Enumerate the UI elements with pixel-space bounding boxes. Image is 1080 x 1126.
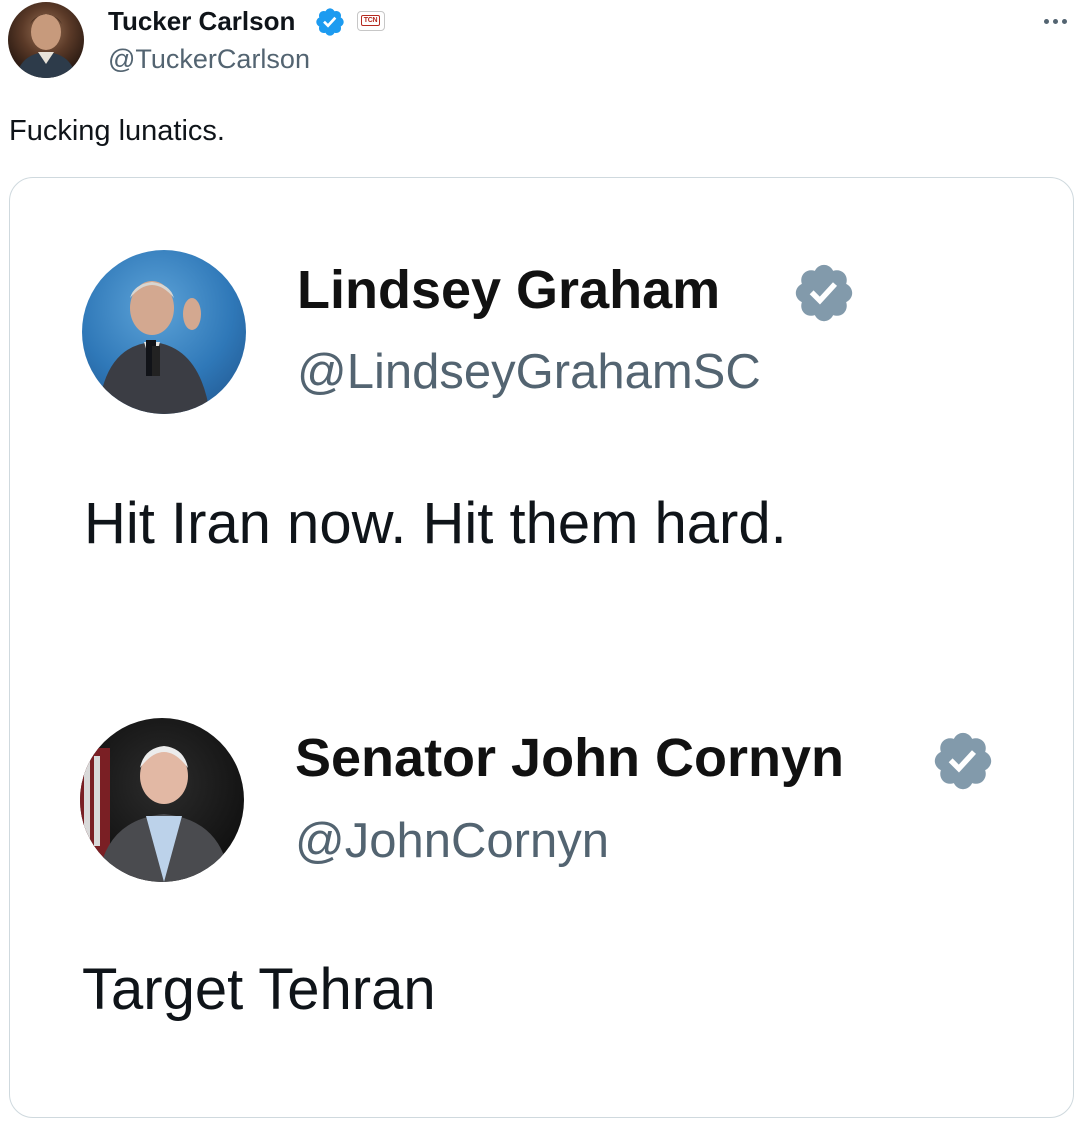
graham-verified-badge-icon xyxy=(795,264,853,322)
cornyn-verified-badge-icon xyxy=(934,732,992,790)
cornyn-avatar xyxy=(80,718,244,882)
author-avatar[interactable] xyxy=(8,2,84,78)
post-media-image[interactable]: Lindsey Graham @LindseyGrahamSC Hit Iran… xyxy=(9,177,1074,1118)
tcn-logo-icon: TCN xyxy=(361,15,380,26)
post-header: Tucker Carlson TCN @TuckerCarlson xyxy=(0,0,1080,90)
more-horizontal-icon-dot xyxy=(1062,19,1067,24)
graham-avatar-image xyxy=(98,281,210,414)
graham-text: Hit Iran now. Hit them hard. xyxy=(84,491,787,556)
graham-name: Lindsey Graham xyxy=(297,260,721,320)
graham-avatar xyxy=(82,250,246,414)
affiliate-badge-icon[interactable]: TCN xyxy=(357,11,385,31)
author-avatar-image xyxy=(16,14,76,78)
author-handle[interactable]: @TuckerCarlson xyxy=(108,42,310,76)
cornyn-name: Senator John Cornyn xyxy=(295,728,845,788)
cornyn-text: Target Tehran xyxy=(82,957,436,1022)
more-options-button[interactable] xyxy=(1038,8,1074,34)
verified-badge-icon[interactable] xyxy=(314,6,346,38)
more-horizontal-icon xyxy=(1044,19,1049,24)
cornyn-avatar-image xyxy=(80,746,230,882)
graham-handle: @LindseyGrahamSC xyxy=(297,345,761,399)
more-horizontal-icon-dot xyxy=(1053,19,1058,24)
post-text: Fucking lunatics. xyxy=(9,115,225,147)
author-name[interactable]: Tucker Carlson xyxy=(108,4,295,38)
cornyn-handle: @JohnCornyn xyxy=(295,814,609,868)
